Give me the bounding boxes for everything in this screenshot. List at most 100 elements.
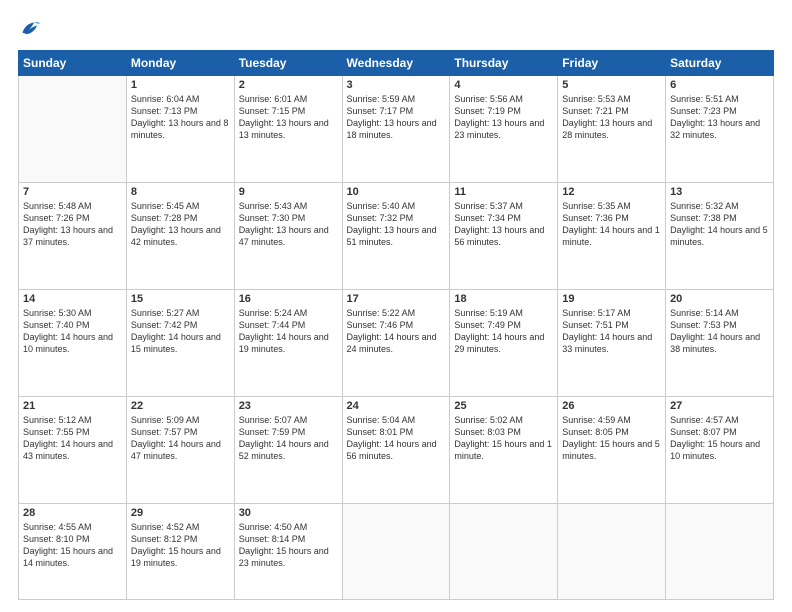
day-number: 18: [454, 293, 553, 305]
day-info: Sunrise: 4:57 AM Sunset: 8:07 PM Dayligh…: [670, 414, 769, 463]
day-number: 20: [670, 293, 769, 305]
day-info: Sunrise: 5:30 AM Sunset: 7:40 PM Dayligh…: [23, 307, 122, 356]
day-info: Sunrise: 5:02 AM Sunset: 8:03 PM Dayligh…: [454, 414, 553, 463]
day-info: Sunrise: 5:43 AM Sunset: 7:30 PM Dayligh…: [239, 200, 338, 249]
calendar-cell: 14 Sunrise: 5:30 AM Sunset: 7:40 PM Dayli…: [19, 289, 127, 396]
day-number: 11: [454, 186, 553, 198]
calendar-cell: [342, 503, 450, 599]
calendar-cell: 6 Sunrise: 5:51 AM Sunset: 7:23 PM Daylig…: [666, 76, 774, 183]
header: [18, 18, 774, 40]
day-info: Sunrise: 5:24 AM Sunset: 7:44 PM Dayligh…: [239, 307, 338, 356]
week-row-1: 7Sunrise: 5:48 AM Sunset: 7:26 PM Daylig…: [19, 182, 774, 289]
calendar-cell: 11 Sunrise: 5:37 AM Sunset: 7:34 PM Dayli…: [450, 182, 558, 289]
calendar-cell: 15 Sunrise: 5:27 AM Sunset: 7:42 PM Dayli…: [126, 289, 234, 396]
day-info: Sunrise: 5:12 AM Sunset: 7:55 PM Dayligh…: [23, 414, 122, 463]
calendar-cell: 12Sunrise: 5:35 AM Sunset: 7:36 PM Dayli…: [558, 182, 666, 289]
weekday-header-thursday: Thursday: [450, 51, 558, 76]
calendar-cell: 3 Sunrise: 5:59 AM Sunset: 7:17 PM Daylig…: [342, 76, 450, 183]
logo: [18, 18, 44, 40]
day-number: 8: [131, 186, 230, 198]
calendar-cell: 5Sunrise: 5:53 AM Sunset: 7:21 PM Daylig…: [558, 76, 666, 183]
day-info: Sunrise: 5:07 AM Sunset: 7:59 PM Dayligh…: [239, 414, 338, 463]
calendar-cell: 25 Sunrise: 5:02 AM Sunset: 8:03 PM Dayli…: [450, 396, 558, 503]
calendar-cell: [666, 503, 774, 599]
day-number: 9: [239, 186, 338, 198]
calendar-cell: 27 Sunrise: 4:57 AM Sunset: 8:07 PM Dayli…: [666, 396, 774, 503]
day-number: 29: [131, 507, 230, 519]
day-info: Sunrise: 6:01 AM Sunset: 7:15 PM Dayligh…: [239, 93, 338, 142]
day-info: Sunrise: 5:59 AM Sunset: 7:17 PM Dayligh…: [347, 93, 446, 142]
calendar-cell: 10Sunrise: 5:40 AM Sunset: 7:32 PM Dayli…: [342, 182, 450, 289]
day-info: Sunrise: 4:52 AM Sunset: 8:12 PM Dayligh…: [131, 521, 230, 570]
day-number: 16: [239, 293, 338, 305]
day-info: Sunrise: 6:04 AM Sunset: 7:13 PM Dayligh…: [131, 93, 230, 142]
day-number: 4: [454, 79, 553, 91]
day-number: 15: [131, 293, 230, 305]
week-row-3: 21 Sunrise: 5:12 AM Sunset: 7:55 PM Dayli…: [19, 396, 774, 503]
day-number: 2: [239, 79, 338, 91]
day-info: Sunrise: 5:04 AM Sunset: 8:01 PM Dayligh…: [347, 414, 446, 463]
weekday-header-wednesday: Wednesday: [342, 51, 450, 76]
day-number: 24: [347, 400, 446, 412]
day-info: Sunrise: 5:19 AM Sunset: 7:49 PM Dayligh…: [454, 307, 553, 356]
day-info: Sunrise: 4:59 AM Sunset: 8:05 PM Dayligh…: [562, 414, 661, 463]
day-number: 19: [562, 293, 661, 305]
weekday-header-saturday: Saturday: [666, 51, 774, 76]
day-number: 13: [670, 186, 769, 198]
day-info: Sunrise: 5:37 AM Sunset: 7:34 PM Dayligh…: [454, 200, 553, 249]
day-number: 1: [131, 79, 230, 91]
calendar-cell: [450, 503, 558, 599]
day-info: Sunrise: 4:50 AM Sunset: 8:14 PM Dayligh…: [239, 521, 338, 570]
day-info: Sunrise: 5:56 AM Sunset: 7:19 PM Dayligh…: [454, 93, 553, 142]
day-number: 3: [347, 79, 446, 91]
calendar-cell: 29 Sunrise: 4:52 AM Sunset: 8:12 PM Dayli…: [126, 503, 234, 599]
week-row-4: 28Sunrise: 4:55 AM Sunset: 8:10 PM Dayli…: [19, 503, 774, 599]
day-info: Sunrise: 5:27 AM Sunset: 7:42 PM Dayligh…: [131, 307, 230, 356]
day-number: 21: [23, 400, 122, 412]
day-number: 23: [239, 400, 338, 412]
week-row-0: 1 Sunrise: 6:04 AM Sunset: 7:13 PM Daylig…: [19, 76, 774, 183]
day-number: 25: [454, 400, 553, 412]
weekday-header-tuesday: Tuesday: [234, 51, 342, 76]
calendar-cell: 20Sunrise: 5:14 AM Sunset: 7:53 PM Dayli…: [666, 289, 774, 396]
calendar-cell: 30Sunrise: 4:50 AM Sunset: 8:14 PM Dayli…: [234, 503, 342, 599]
day-number: 27: [670, 400, 769, 412]
weekday-header-sunday: Sunday: [19, 51, 127, 76]
weekday-header-friday: Friday: [558, 51, 666, 76]
day-number: 22: [131, 400, 230, 412]
day-number: 12: [562, 186, 661, 198]
day-info: Sunrise: 5:17 AM Sunset: 7:51 PM Dayligh…: [562, 307, 661, 356]
day-info: Sunrise: 5:51 AM Sunset: 7:23 PM Dayligh…: [670, 93, 769, 142]
calendar-cell: 9 Sunrise: 5:43 AM Sunset: 7:30 PM Daylig…: [234, 182, 342, 289]
calendar-cell: 19 Sunrise: 5:17 AM Sunset: 7:51 PM Dayli…: [558, 289, 666, 396]
calendar-cell: 8 Sunrise: 5:45 AM Sunset: 7:28 PM Daylig…: [126, 182, 234, 289]
calendar-cell: 17Sunrise: 5:22 AM Sunset: 7:46 PM Dayli…: [342, 289, 450, 396]
calendar-cell: [558, 503, 666, 599]
calendar-cell: 22Sunrise: 5:09 AM Sunset: 7:57 PM Dayli…: [126, 396, 234, 503]
week-row-2: 14 Sunrise: 5:30 AM Sunset: 7:40 PM Dayli…: [19, 289, 774, 396]
day-number: 10: [347, 186, 446, 198]
calendar-cell: 21 Sunrise: 5:12 AM Sunset: 7:55 PM Dayli…: [19, 396, 127, 503]
logo-bird-icon: [18, 18, 40, 40]
calendar-cell: [19, 76, 127, 183]
day-number: 6: [670, 79, 769, 91]
page: SundayMondayTuesdayWednesdayThursdayFrid…: [0, 0, 792, 612]
day-number: 28: [23, 507, 122, 519]
day-info: Sunrise: 5:32 AM Sunset: 7:38 PM Dayligh…: [670, 200, 769, 249]
calendar-cell: 23 Sunrise: 5:07 AM Sunset: 7:59 PM Dayli…: [234, 396, 342, 503]
calendar-cell: 18 Sunrise: 5:19 AM Sunset: 7:49 PM Dayli…: [450, 289, 558, 396]
calendar-cell: 4 Sunrise: 5:56 AM Sunset: 7:19 PM Daylig…: [450, 76, 558, 183]
calendar-cell: 1 Sunrise: 6:04 AM Sunset: 7:13 PM Daylig…: [126, 76, 234, 183]
weekday-header-row: SundayMondayTuesdayWednesdayThursdayFrid…: [19, 51, 774, 76]
calendar-cell: 13 Sunrise: 5:32 AM Sunset: 7:38 PM Dayli…: [666, 182, 774, 289]
day-info: Sunrise: 5:45 AM Sunset: 7:28 PM Dayligh…: [131, 200, 230, 249]
day-info: Sunrise: 5:53 AM Sunset: 7:21 PM Dayligh…: [562, 93, 661, 142]
day-number: 26: [562, 400, 661, 412]
weekday-header-monday: Monday: [126, 51, 234, 76]
day-number: 17: [347, 293, 446, 305]
calendar-cell: 28Sunrise: 4:55 AM Sunset: 8:10 PM Dayli…: [19, 503, 127, 599]
day-number: 14: [23, 293, 122, 305]
day-number: 7: [23, 186, 122, 198]
calendar-cell: 7Sunrise: 5:48 AM Sunset: 7:26 PM Daylig…: [19, 182, 127, 289]
calendar-cell: 26 Sunrise: 4:59 AM Sunset: 8:05 PM Dayli…: [558, 396, 666, 503]
